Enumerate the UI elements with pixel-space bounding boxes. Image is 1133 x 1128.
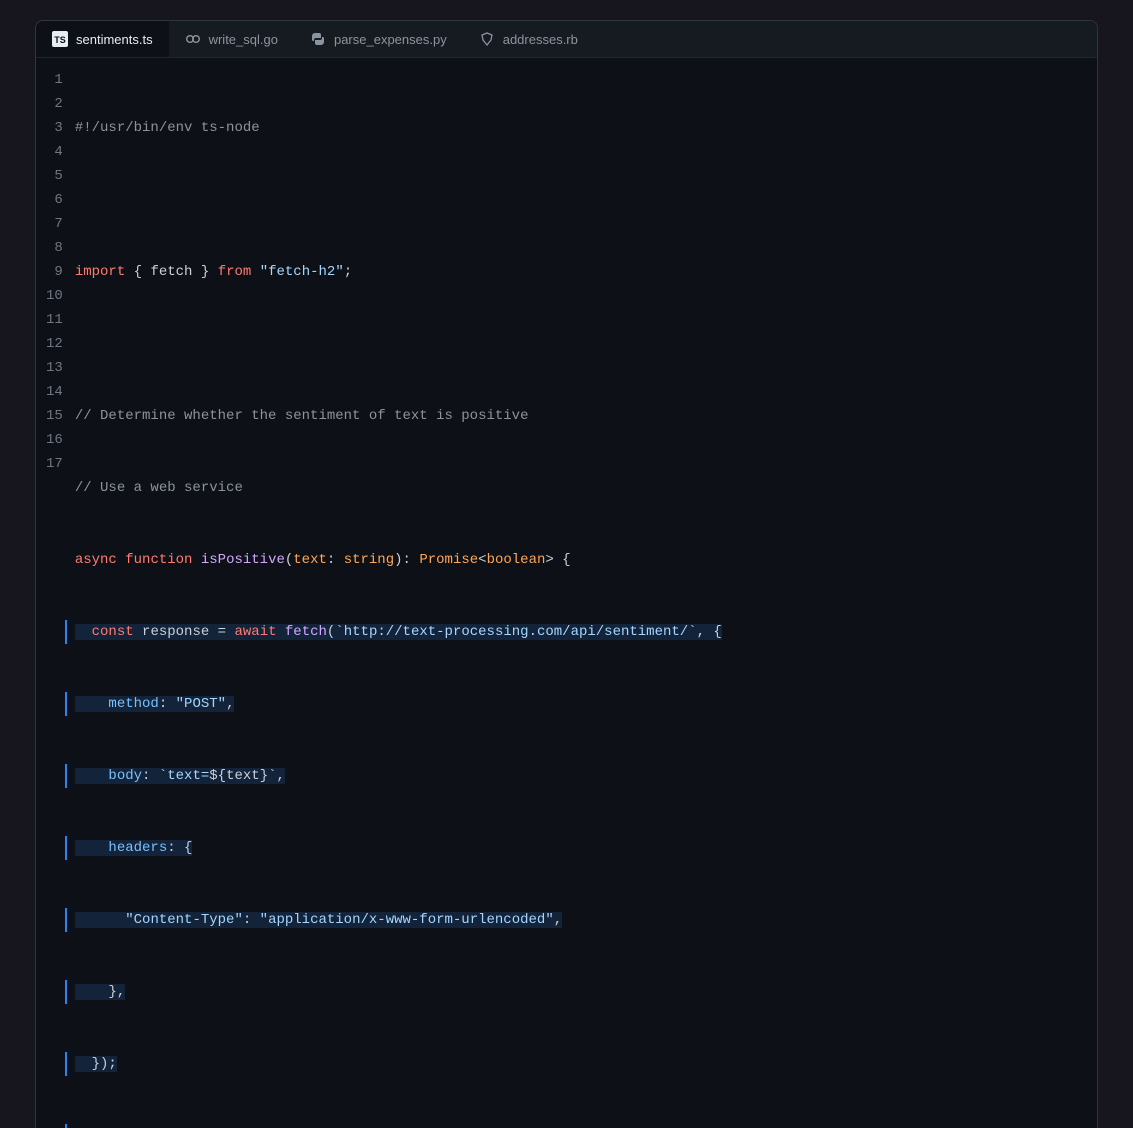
- tab-write-sql[interactable]: write_sql.go: [169, 21, 294, 57]
- python-icon: [310, 31, 326, 47]
- code-line: },: [65, 980, 1097, 1004]
- code-line: #!/usr/bin/env ts-node: [75, 116, 1097, 140]
- code-line: });: [65, 1052, 1097, 1076]
- tab-label: parse_expenses.py: [334, 32, 447, 47]
- code-line: const json = await response.json();: [65, 1124, 1097, 1128]
- line-gutter: 1 2 3 4 5 6 7 8 9 10 11 12 13 14 15 16 1…: [36, 68, 75, 1128]
- ts-icon: TS: [52, 31, 68, 47]
- svg-text:TS: TS: [54, 35, 66, 45]
- code-line: import { fetch } from "fetch-h2";: [75, 260, 1097, 284]
- code-editor[interactable]: 1 2 3 4 5 6 7 8 9 10 11 12 13 14 15 16 1…: [36, 58, 1097, 1128]
- go-icon: [185, 31, 201, 47]
- code-content: #!/usr/bin/env ts-node import { fetch } …: [75, 68, 1097, 1128]
- code-line: [75, 332, 1097, 356]
- code-line: // Determine whether the sentiment of te…: [75, 404, 1097, 428]
- tab-label: write_sql.go: [209, 32, 278, 47]
- tab-sentiments[interactable]: TS sentiments.ts: [36, 21, 169, 57]
- code-line: "Content-Type": "application/x-www-form-…: [65, 908, 1097, 932]
- editor-window: TS sentiments.ts write_sql.go parse_expe…: [35, 20, 1098, 1128]
- code-line: [75, 188, 1097, 212]
- code-line: headers: {: [65, 836, 1097, 860]
- tab-addresses[interactable]: addresses.rb: [463, 21, 594, 57]
- tab-label: sentiments.ts: [76, 32, 153, 47]
- code-line: const response = await fetch(`http://tex…: [65, 620, 1097, 644]
- code-line: body: `text=${text}`,: [65, 764, 1097, 788]
- tab-parse-expenses[interactable]: parse_expenses.py: [294, 21, 463, 57]
- ruby-icon: [479, 31, 495, 47]
- code-line: // Use a web service: [75, 476, 1097, 500]
- tab-label: addresses.rb: [503, 32, 578, 47]
- code-line: method: "POST",: [65, 692, 1097, 716]
- code-line: async function isPositive(text: string):…: [75, 548, 1097, 572]
- tab-bar: TS sentiments.ts write_sql.go parse_expe…: [36, 21, 1097, 58]
